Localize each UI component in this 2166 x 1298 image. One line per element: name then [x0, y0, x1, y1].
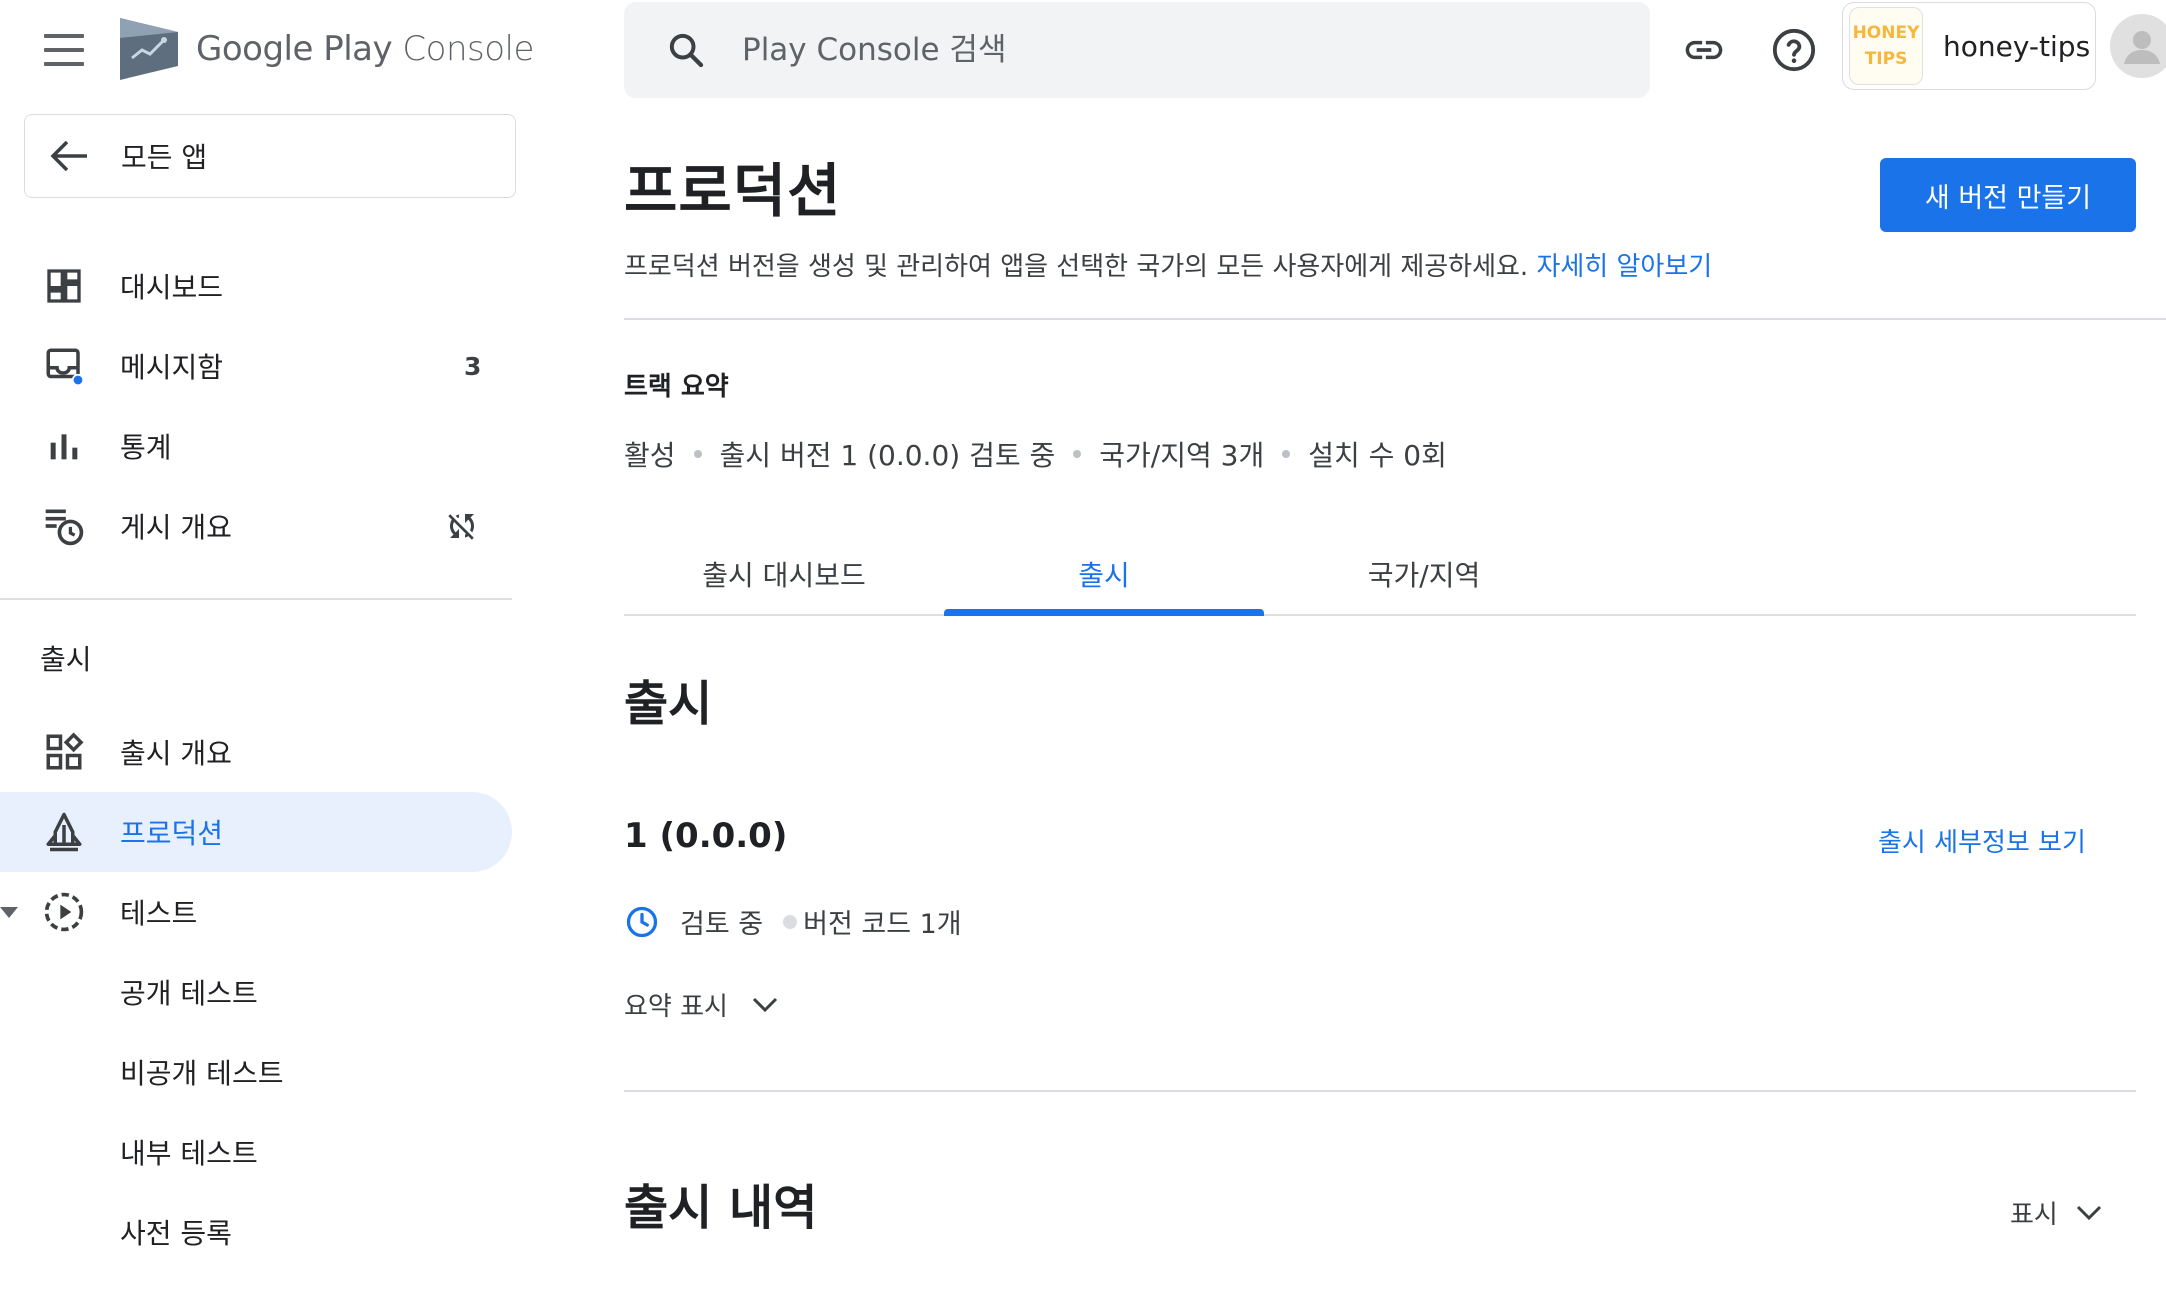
logo-wordmark: Google Play Console [196, 29, 534, 69]
logo-product: Console [402, 29, 534, 69]
sidebar-item-label: 비공개 테스트 [120, 1057, 284, 1090]
main-menu-button[interactable] [44, 34, 84, 66]
chevron-down-icon [2076, 1205, 2101, 1220]
help-button[interactable] [1770, 26, 1818, 74]
arrow-back-icon [50, 140, 87, 172]
page-title: 프로덕션 [624, 157, 842, 225]
sidebar-item-label: 내부 테스트 [120, 1137, 258, 1170]
testing-icon [42, 890, 86, 934]
track-countries: 국가/지역 3개 [1099, 439, 1265, 472]
release-status: 검토 중 [680, 909, 764, 940]
show-history-label: 표시 [2010, 1200, 2058, 1230]
separator-dot [693, 450, 702, 458]
user-avatar[interactable] [2110, 14, 2166, 78]
track-installs: 설치 수 0회 [1308, 439, 1447, 472]
sidebar-item-label: 사전 등록 [120, 1217, 232, 1250]
sidebar-item-open-testing[interactable]: 공개 테스트 [0, 952, 512, 1032]
learn-more-link[interactable]: 자세히 알아보기 [1536, 252, 1712, 282]
search-input[interactable] [742, 32, 1642, 68]
play-console-logo[interactable]: Google Play Console [120, 18, 534, 80]
production-icon [42, 810, 86, 854]
separator-dot [783, 914, 798, 929]
release-name: 1 (0.0.0) [624, 816, 788, 856]
dashboard-icon [42, 264, 86, 308]
track-status: 활성 [624, 439, 676, 472]
publishing-overview-icon [42, 504, 86, 548]
sync-disabled-icon [448, 514, 474, 540]
sidebar-item-label: 공개 테스트 [120, 977, 258, 1010]
create-new-release-button[interactable]: 새 버전 만들기 [1880, 158, 2136, 232]
sidebar-item-production[interactable]: 프로덕션 [0, 792, 512, 872]
bar-chart-icon [42, 424, 86, 468]
developer-account-name: honey-tips [1943, 29, 2091, 63]
release-history-heading: 출시 내역 [624, 1180, 818, 1236]
sidebar-item-internal-testing[interactable]: 내부 테스트 [0, 1112, 512, 1192]
avatar-person-icon [2124, 31, 2160, 64]
developer-logo: HONEY TIPS [1849, 7, 1923, 85]
hamburger-line [44, 34, 84, 38]
separator-dot [1282, 450, 1291, 458]
release-version-codes: 버전 코드 1개 [803, 909, 962, 940]
sidebar-divider [0, 598, 512, 600]
sidebar-item-testing[interactable]: 테스트 [0, 872, 512, 952]
sidebar-item-publishing-overview[interactable]: 게시 개요 [0, 486, 512, 566]
sidebar-item-release-overview[interactable]: 출시 개요 [0, 712, 512, 792]
search-icon [669, 33, 704, 68]
developer-logo-line2: TIPS [1864, 49, 1908, 69]
sidebar-section-release: 출시 [40, 643, 92, 676]
section-divider [624, 1090, 2136, 1092]
sidebar-item-closed-testing[interactable]: 비공개 테스트 [0, 1032, 512, 1112]
sidebar-item-inbox[interactable]: 메시지함 3 [0, 326, 512, 406]
sidebar-item-label: 메시지함 [120, 351, 224, 384]
all-apps-button[interactable]: 모든 앱 [24, 114, 516, 198]
release-status-row: 검토 중 버전 코드 1개 [624, 902, 962, 941]
chevron-down-icon [752, 997, 778, 1012]
link-icon [1685, 40, 1723, 60]
view-release-details-link[interactable]: 출시 세부정보 보기 [1878, 822, 2086, 859]
play-console-logo-icon [120, 18, 178, 80]
hamburger-line [44, 48, 84, 52]
release-overview-icon [42, 730, 86, 774]
page-description-text: 프로덕션 버전을 생성 및 관리하여 앱을 선택한 국가의 모든 사용자에게 제… [624, 252, 1529, 282]
link-button[interactable] [1680, 26, 1728, 74]
clock-icon [626, 906, 658, 937]
inbox-count-badge: 3 [464, 351, 482, 381]
sidebar-item-pre-registration[interactable]: 사전 등록 [0, 1192, 512, 1272]
search-bar[interactable] [624, 2, 1650, 98]
track-tabs: 출시 대시보드 출시 국가/지역 [624, 534, 2136, 616]
track-summary: 활성 출시 버전 1 (0.0.0) 검토 중 국가/지역 3개 설치 수 0회 [624, 434, 1447, 474]
sidebar-item-label: 대시보드 [120, 271, 224, 304]
track-summary-title: 트랙 요약 [624, 372, 729, 402]
page-description: 프로덕션 버전을 생성 및 관리하여 앱을 선택한 국가의 모든 사용자에게 제… [624, 246, 1712, 283]
show-history-toggle[interactable]: 표시 [2010, 1194, 2104, 1231]
show-summary-toggle[interactable]: 요약 표시 [624, 986, 780, 1023]
help-icon [1772, 28, 1816, 72]
inbox-icon [42, 344, 86, 388]
sidebar-item-label: 테스트 [120, 897, 198, 930]
sidebar-item-statistics[interactable]: 통계 [0, 406, 512, 486]
sidebar-item-label: 게시 개요 [120, 511, 232, 544]
all-apps-label: 모든 앱 [121, 141, 208, 174]
sidebar-item-label: 프로덕션 [120, 817, 224, 850]
sidebar-item-label: 출시 개요 [120, 737, 232, 770]
section-divider [624, 318, 2166, 320]
hamburger-line [44, 62, 84, 66]
releases-heading: 출시 [624, 676, 713, 732]
account-switcher[interactable]: HONEY TIPS honey-tips [1842, 2, 2096, 90]
tab-releases[interactable]: 출시 [944, 534, 1264, 616]
tab-countries-regions[interactable]: 국가/지역 [1264, 534, 1584, 614]
track-release-info: 출시 버전 1 (0.0.0) 검토 중 [719, 439, 1056, 472]
logo-brand: Google Play [196, 29, 393, 69]
show-summary-label: 요약 표시 [624, 992, 728, 1022]
tab-release-dashboard[interactable]: 출시 대시보드 [624, 534, 944, 614]
separator-dot [1073, 450, 1082, 458]
developer-logo-line1: HONEY [1852, 23, 1920, 43]
sidebar-item-dashboard[interactable]: 대시보드 [0, 246, 512, 326]
sidebar-item-label: 통계 [120, 431, 172, 464]
